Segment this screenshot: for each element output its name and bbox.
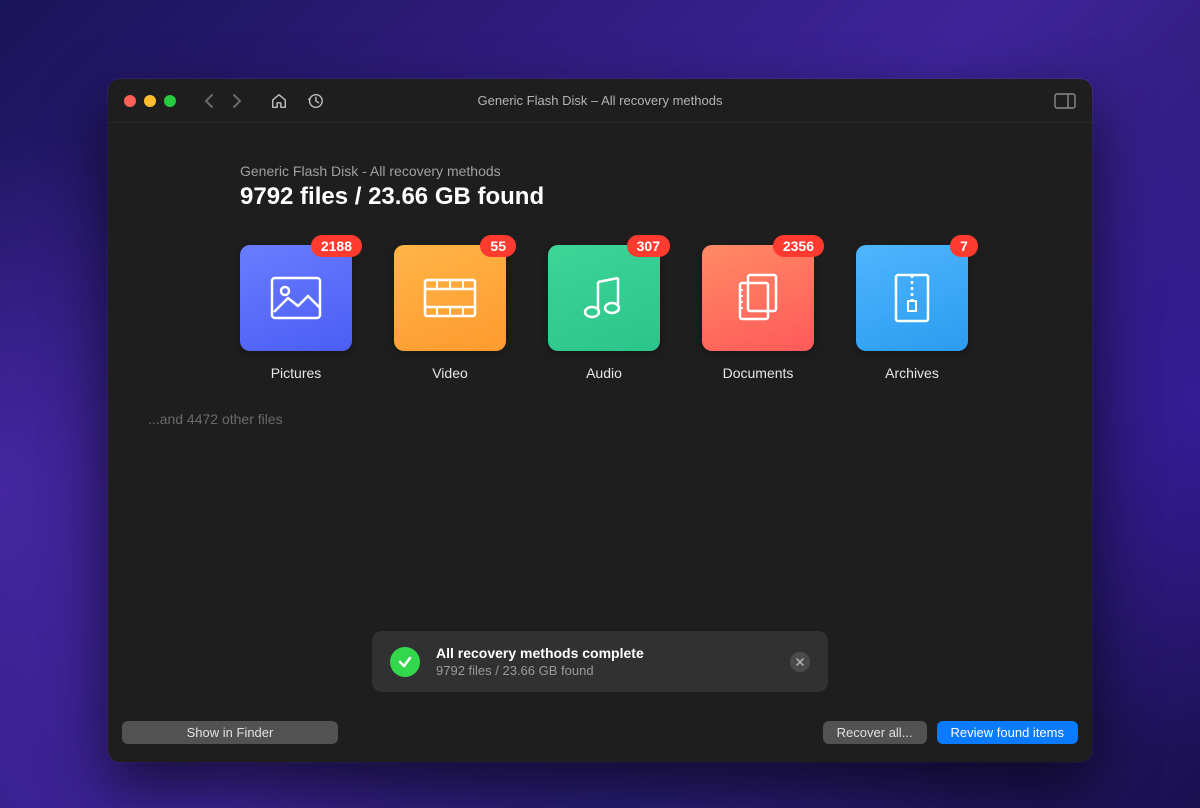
app-window: Generic Flash Disk – All recovery method… — [108, 79, 1092, 762]
history-button[interactable] — [306, 92, 324, 110]
count-badge: 307 — [627, 235, 670, 257]
main-content: Generic Flash Disk - All recovery method… — [108, 123, 1092, 712]
category-tile: 7 — [856, 245, 968, 351]
documents-icon — [734, 273, 782, 323]
category-video[interactable]: 55 Video — [394, 245, 506, 381]
category-label: Documents — [723, 365, 794, 381]
traffic-lights — [124, 95, 176, 107]
scan-location-label: Generic Flash Disk - All recovery method… — [240, 163, 1042, 179]
footer-bar: Show in Finder Recover all... Review fou… — [108, 712, 1092, 762]
titlebar: Generic Flash Disk – All recovery method… — [108, 79, 1092, 123]
pictures-icon — [270, 276, 322, 320]
panel-icon — [1054, 93, 1076, 109]
archives-icon — [892, 273, 932, 323]
chevron-right-icon — [232, 94, 242, 108]
count-badge: 2356 — [773, 235, 824, 257]
category-audio[interactable]: 307 Audio — [548, 245, 660, 381]
count-badge: 2188 — [311, 235, 362, 257]
review-found-items-button[interactable]: Review found items — [937, 721, 1078, 744]
toast-text: All recovery methods complete 9792 files… — [436, 645, 774, 678]
chevron-left-icon — [204, 94, 214, 108]
audio-icon — [582, 274, 626, 322]
category-documents[interactable]: 2356 Documents — [702, 245, 814, 381]
show-in-finder-button[interactable]: Show in Finder — [122, 721, 338, 744]
toast-subtitle: 9792 files / 23.66 GB found — [436, 663, 774, 678]
checkmark-icon — [397, 654, 413, 670]
home-icon — [270, 92, 288, 110]
category-tile: 2356 — [702, 245, 814, 351]
close-window-button[interactable] — [124, 95, 136, 107]
toolbar-nav — [204, 92, 324, 110]
history-icon — [306, 92, 324, 110]
forward-button[interactable] — [232, 94, 242, 108]
category-row: 2188 Pictures — [240, 245, 1042, 381]
scan-summary-headline: 9792 files / 23.66 GB found — [240, 183, 1042, 211]
count-badge: 7 — [950, 235, 978, 257]
back-button[interactable] — [204, 94, 214, 108]
maximize-window-button[interactable] — [164, 95, 176, 107]
count-badge: 55 — [480, 235, 516, 257]
category-tile: 307 — [548, 245, 660, 351]
category-pictures[interactable]: 2188 Pictures — [240, 245, 352, 381]
category-tile: 55 — [394, 245, 506, 351]
video-icon — [423, 278, 477, 318]
toast-title: All recovery methods complete — [436, 645, 774, 661]
category-tile: 2188 — [240, 245, 352, 351]
minimize-window-button[interactable] — [144, 95, 156, 107]
recover-all-button[interactable]: Recover all... — [823, 721, 927, 744]
category-label: Audio — [586, 365, 622, 381]
category-label: Archives — [885, 365, 939, 381]
category-label: Video — [432, 365, 468, 381]
window-title: Generic Flash Disk – All recovery method… — [478, 93, 723, 108]
toast-close-button[interactable] — [790, 652, 810, 672]
sidebar-toggle-button[interactable] — [1054, 93, 1076, 109]
close-icon — [796, 658, 804, 666]
home-button[interactable] — [270, 92, 288, 110]
other-files-text: ...and 4472 other files — [148, 411, 1042, 427]
category-archives[interactable]: 7 Archives — [856, 245, 968, 381]
completion-toast: All recovery methods complete 9792 files… — [372, 631, 828, 692]
category-label: Pictures — [271, 365, 322, 381]
success-icon — [390, 647, 420, 677]
